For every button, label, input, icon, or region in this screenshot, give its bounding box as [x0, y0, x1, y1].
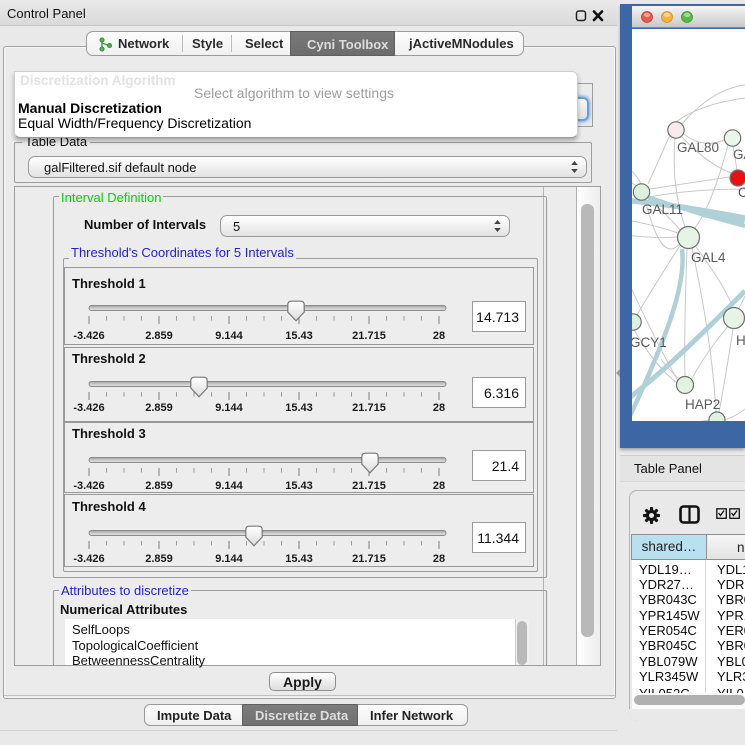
svg-text:GAL11: GAL11: [642, 202, 683, 217]
svg-text:9.144: 9.144: [215, 402, 243, 414]
svg-text:21.715: 21.715: [352, 480, 386, 492]
svg-text:28: 28: [433, 553, 445, 565]
svg-text:C: C: [738, 185, 745, 200]
svg-text:21.715: 21.715: [352, 330, 386, 342]
svg-text:15.43: 15.43: [285, 402, 313, 414]
svg-text:15.43: 15.43: [285, 480, 313, 492]
svg-text:-3.426: -3.426: [73, 480, 104, 492]
svg-text:HAP2: HAP2: [685, 397, 720, 412]
svg-text:9.144: 9.144: [215, 553, 243, 565]
svg-text:15.43: 15.43: [285, 330, 313, 342]
svg-text:21.715: 21.715: [352, 402, 386, 414]
svg-text:GCY1: GCY1: [632, 335, 667, 350]
svg-text:21.715: 21.715: [352, 553, 386, 565]
svg-text:28: 28: [433, 330, 445, 342]
svg-text:2.859: 2.859: [145, 480, 173, 492]
svg-text:GAL80: GAL80: [677, 140, 719, 155]
svg-text:9.144: 9.144: [215, 480, 243, 492]
svg-text:-3.426: -3.426: [73, 402, 104, 414]
svg-text:-3.426: -3.426: [73, 553, 104, 565]
svg-text:15.43: 15.43: [285, 553, 313, 565]
svg-text:H: H: [736, 333, 745, 348]
svg-text:GAL4: GAL4: [691, 250, 726, 265]
svg-text:-3.426: -3.426: [73, 330, 104, 342]
svg-text:2.859: 2.859: [145, 402, 173, 414]
svg-text:GA: GA: [733, 147, 745, 162]
svg-text:28: 28: [433, 402, 445, 414]
svg-text:9.144: 9.144: [215, 330, 243, 342]
svg-text:28: 28: [433, 480, 445, 492]
svg-text:2.859: 2.859: [145, 553, 173, 565]
svg-text:2.859: 2.859: [145, 330, 173, 342]
